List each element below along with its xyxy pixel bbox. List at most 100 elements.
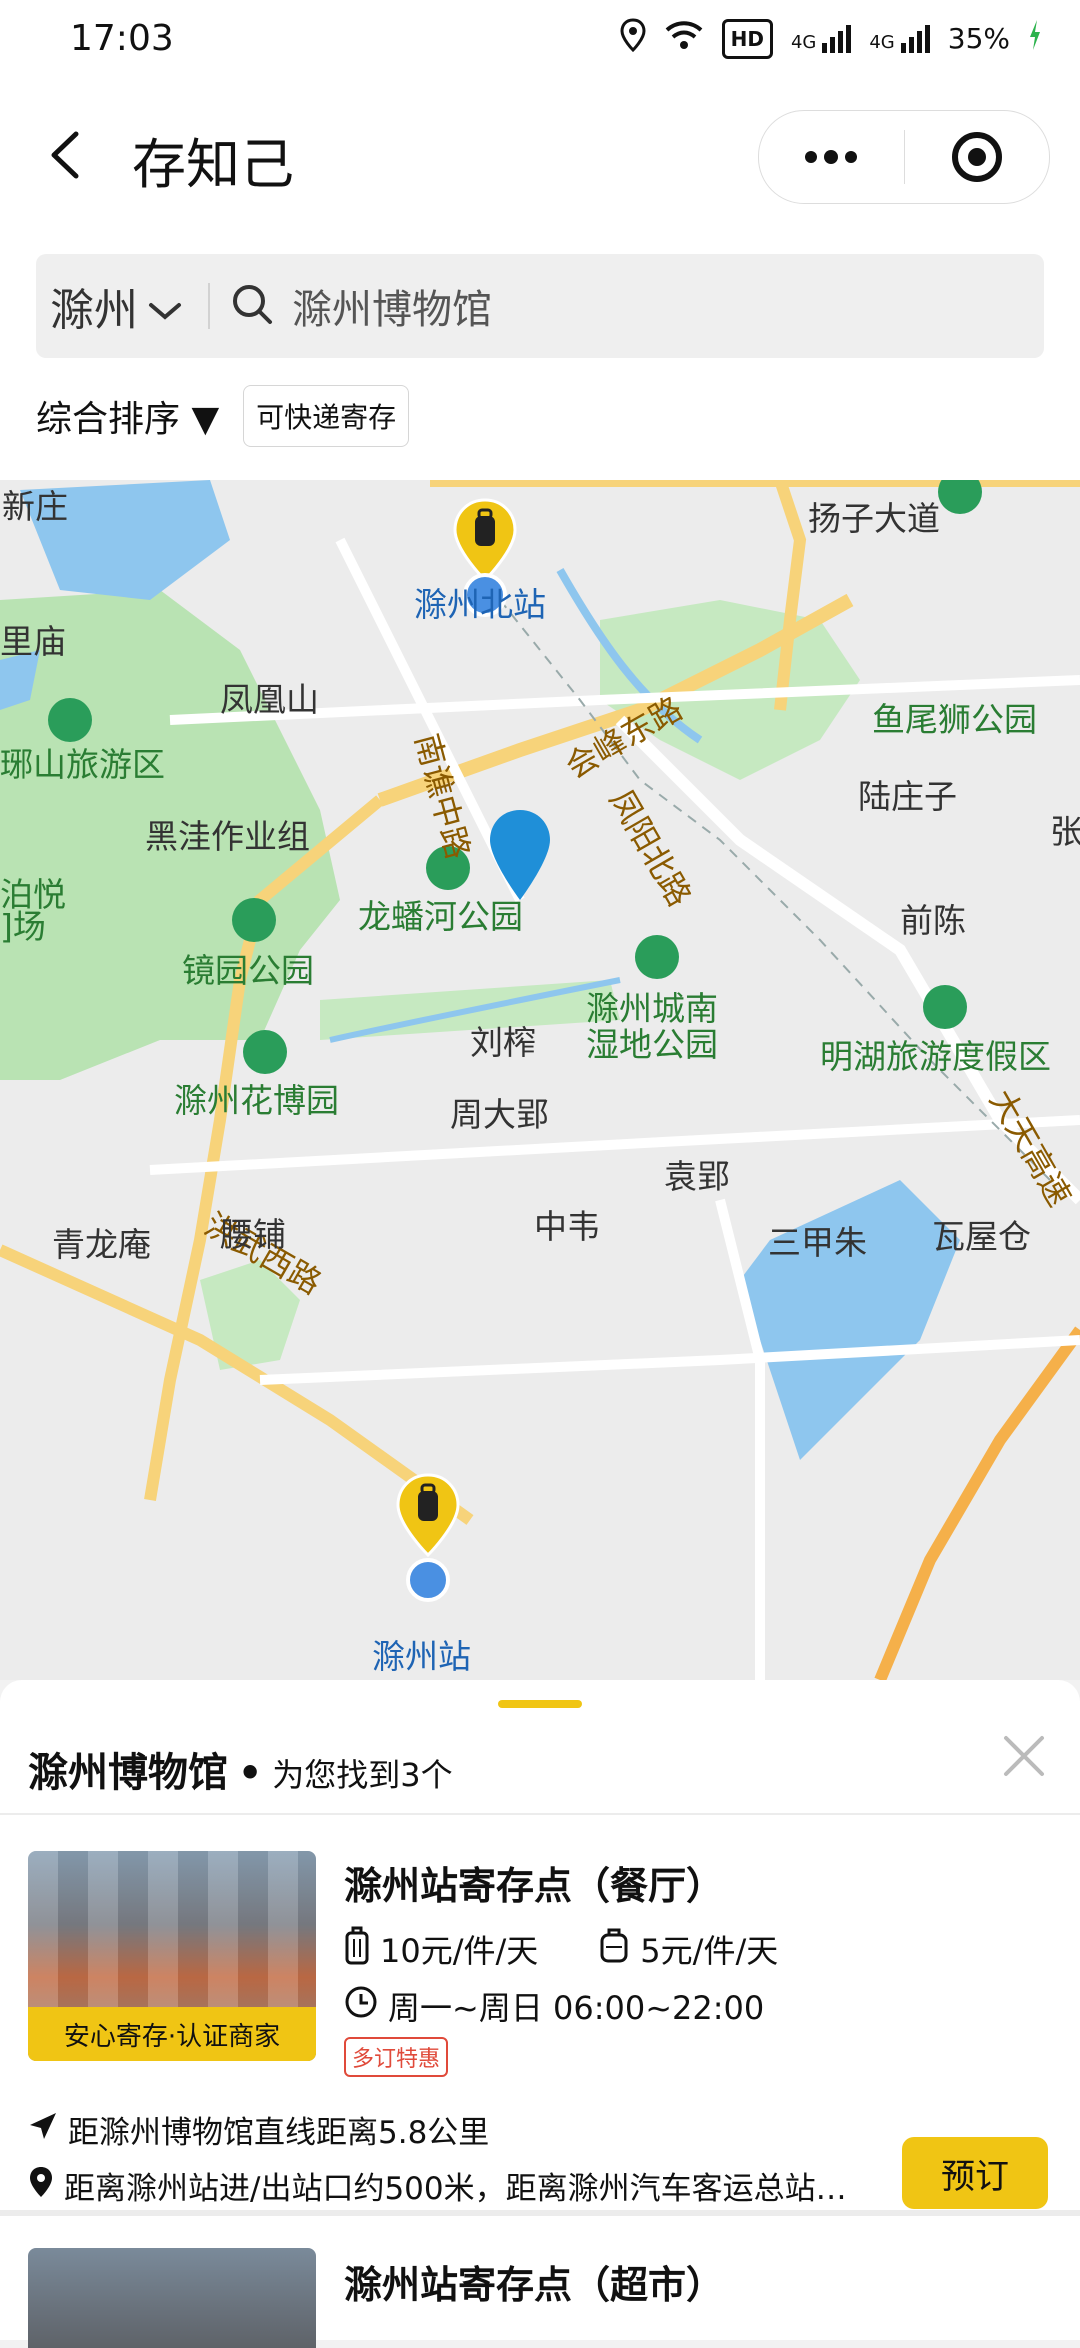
map-label: ]场 xyxy=(0,907,46,946)
back-button[interactable] xyxy=(38,120,92,190)
store-thumbnail: 安心寄存·认证商家 xyxy=(28,1851,316,2061)
store-thumbnail xyxy=(28,2248,316,2348)
sheet-drag-handle[interactable] xyxy=(498,1700,582,1708)
road-east-west-2 xyxy=(149,1115,1080,1175)
tourist-icon-langya xyxy=(48,698,92,742)
hd-badge: HD xyxy=(721,18,773,59)
close-icon[interactable] xyxy=(998,1730,1050,1782)
chevron-down-icon xyxy=(148,281,182,332)
location-pin-icon xyxy=(28,2165,54,2207)
result-count: 为您找到3个 xyxy=(272,1756,453,1794)
map-label: 三甲朱 xyxy=(768,1223,867,1262)
hours-text: 周一~周日 06:00~22:00 xyxy=(388,1989,765,2027)
road-east-west-3 xyxy=(259,1335,1080,1385)
small-price-text: 5元/件/天 xyxy=(640,1932,779,1970)
map-label: 腰铺 xyxy=(220,1215,286,1254)
charging-icon xyxy=(1028,20,1042,57)
signal1-icon: 4G xyxy=(791,24,852,53)
page-title: 存知己 xyxy=(132,133,294,196)
storage-marker-south[interactable] xyxy=(396,1473,460,1558)
status-bar: 17:03 HD 4G 4G 35% xyxy=(0,0,1080,80)
location-pin[interactable] xyxy=(490,810,550,900)
map-label: 扬子大道 xyxy=(808,499,940,538)
map-label: 鱼尾狮公园 xyxy=(872,700,1037,739)
clock-icon xyxy=(344,1985,378,2027)
map-label: 袁郢 xyxy=(664,1157,730,1196)
price-row: 10元/件/天 5元/件/天 xyxy=(344,1925,828,1973)
map-label: 镜园公园 xyxy=(182,951,314,990)
card-separator xyxy=(0,2210,1080,2216)
map-label: 湿地公园 xyxy=(586,1025,718,1064)
location-icon xyxy=(620,18,646,59)
map-label: 新庄 xyxy=(2,487,68,526)
search-icon xyxy=(230,282,274,330)
map-label: 琊山旅游区 xyxy=(0,745,165,784)
luggage-large-icon xyxy=(344,1925,370,1973)
map-label: 瓦屋仓 xyxy=(932,1217,1031,1256)
map[interactable]: 新庄 扬子大道 滁州北站 里庙 凤凰山 南谯中路 会峰东路 鱼尾狮公园 琊山旅游… xyxy=(0,480,1080,1680)
city-name: 滁州 xyxy=(50,285,138,336)
certified-badge: 安心寄存·认证商家 xyxy=(28,2007,316,2061)
park-icon-flower-expo xyxy=(243,1030,287,1074)
sort-dropdown[interactable]: 综合排序 ▼ xyxy=(36,390,219,442)
map-label: 滁州花博园 xyxy=(174,1081,339,1120)
store-name[interactable]: 滁州站寄存点（超市） xyxy=(344,2254,724,2309)
tourist-icon-minghu xyxy=(923,985,967,1029)
small-luggage-price: 5元/件/天 xyxy=(598,1925,778,1973)
status-time: 17:03 xyxy=(70,18,174,59)
promo-tag: 多订特惠 xyxy=(344,2037,449,2077)
map-label: 中韦 xyxy=(534,1207,600,1246)
map-label: 滁州北站 xyxy=(414,585,546,624)
park-icon-jingyuan xyxy=(232,898,276,942)
result-card[interactable]: 安心寄存·认证商家 滁州站寄存点（餐厅） 10元/件/天 5元/件/天 周一~周… xyxy=(0,1815,1080,2210)
book-button[interactable]: 预订 xyxy=(902,2137,1048,2209)
results-sheet: 滁州博物馆 • 为您找到3个 安心寄存·认证商家 滁州站寄存点（餐厅） 10元/… xyxy=(0,1680,1080,2348)
station-icon-south xyxy=(406,1558,450,1602)
results-header: 滁州博物馆 • 为您找到3个 xyxy=(28,1740,453,1798)
result-card[interactable]: 滁州站寄存点（超市） xyxy=(0,2218,1080,2348)
distance-text: 距滁州博物馆直线距离5.8公里 xyxy=(68,2115,490,2151)
storage-marker-north[interactable] xyxy=(453,498,517,583)
distance-row: 距滁州博物馆直线距离5.8公里 xyxy=(28,2107,489,2152)
signal2-icon: 4G xyxy=(869,24,930,53)
map-label: 周大郢 xyxy=(450,1095,549,1134)
map-label: 张 xyxy=(1050,812,1080,851)
navigation-icon xyxy=(28,2111,58,2149)
map-canvas xyxy=(0,480,1080,1680)
map-label: 龙蟠河公园 xyxy=(358,897,523,936)
large-price-text: 10元/件/天 xyxy=(380,1932,539,1970)
status-right: HD 4G 4G 35% xyxy=(620,18,1042,59)
address-row: 距离滁州站进/出站口约500米，距离滁州汽车客运总站… xyxy=(28,2163,868,2208)
map-label: 青龙庵 xyxy=(52,1225,151,1264)
result-dot: • xyxy=(238,1751,263,1795)
filter-row: 综合排序 ▼ 可快递寄存 xyxy=(36,385,410,447)
search-bar[interactable]: 滁州 滁州博物馆 xyxy=(36,254,1044,358)
opening-hours: 周一~周日 06:00~22:00 xyxy=(344,1983,764,2029)
park-icon-yuweishi xyxy=(938,480,982,514)
map-label: 滁州站 xyxy=(372,1637,471,1676)
search-divider xyxy=(208,283,210,329)
search-input[interactable]: 滁州博物馆 xyxy=(292,277,492,335)
map-label: 前陈 xyxy=(900,901,966,940)
road-highway xyxy=(874,1326,1080,1680)
city-selector[interactable]: 滁州 xyxy=(36,274,182,338)
header: 存知己 滁州 滁州博物馆 综合排序 ▼ 可快递寄存 xyxy=(0,80,1080,480)
map-label: 明湖旅游度假区 xyxy=(820,1037,1051,1076)
map-label: 陆庄子 xyxy=(858,777,957,816)
large-luggage-price: 10元/件/天 xyxy=(344,1925,538,1973)
map-label: 黑洼作业组 xyxy=(145,817,310,856)
park-icon-wetland xyxy=(635,935,679,979)
map-label: 凤凰山 xyxy=(220,680,319,719)
map-label: 里庙 xyxy=(0,622,66,661)
wifi-icon xyxy=(664,19,704,58)
result-place: 滁州博物馆 xyxy=(28,1750,228,1796)
battery-text: 35% xyxy=(947,22,1010,55)
express-storage-tag[interactable]: 可快递寄存 xyxy=(243,385,410,447)
store-name[interactable]: 滁州站寄存点（餐厅） xyxy=(344,1855,724,1910)
miniapp-capsule xyxy=(758,110,1050,204)
more-button[interactable] xyxy=(759,111,904,203)
map-label: 刘榨 xyxy=(470,1023,536,1062)
luggage-small-icon xyxy=(598,1925,630,1973)
address-text: 距离滁州站进/出站口约500米，距离滁州汽车客运总站… xyxy=(64,2171,847,2207)
close-miniapp-button[interactable] xyxy=(905,111,1050,203)
